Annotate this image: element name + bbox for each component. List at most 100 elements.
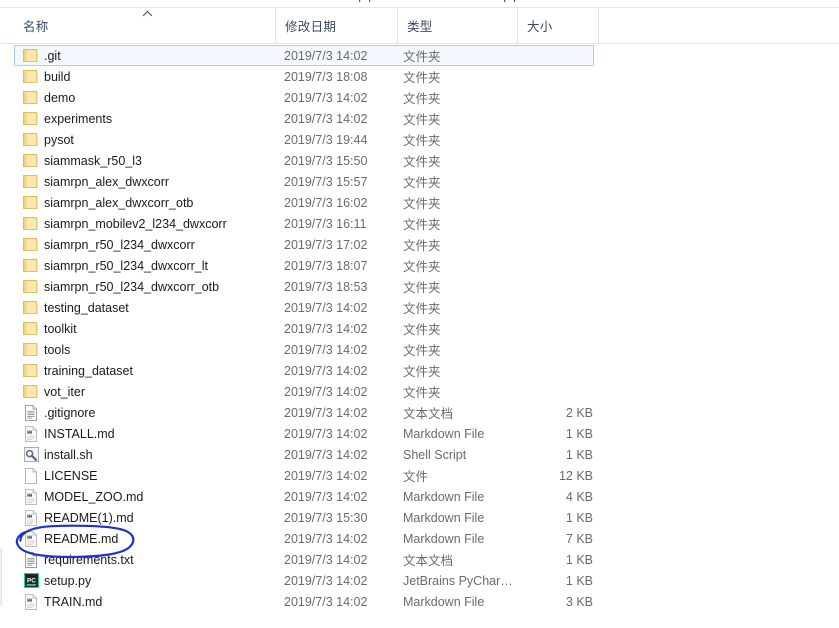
file-list-row[interactable]: install.sh 2019/7/3 14:02 Shell Script 1 KB: [0, 444, 839, 465]
column-header-type-label: 类型: [407, 20, 433, 34]
file-type-cell: Shell Script: [403, 447, 467, 462]
file-size-cell: [515, 381, 593, 402]
date-modified-cell: 2019/7/3 18:07: [284, 258, 368, 273]
file-name-cell: experiments: [44, 111, 113, 126]
file-list-row[interactable]: LICENSE 2019/7/3 14:02 文件 12 KB: [0, 465, 839, 486]
folder-icon: [22, 129, 40, 150]
date-modified-cell: 2019/7/3 16:11: [284, 216, 367, 231]
date-modified-cell: 2019/7/3 14:02: [284, 384, 368, 399]
file-list-row[interactable]: README(1).md 2019/7/3 15:30 Markdown File 1…: [0, 507, 839, 528]
clipped-text-fragment-1: 4 4: [355, 0, 372, 5]
file-name-cell: pysot: [44, 132, 74, 147]
file-type-cell: Markdown File: [403, 594, 485, 609]
file-list-row[interactable]: pysot 2019/7/3 19:44 文件夹: [0, 129, 839, 150]
file-name-cell: siamrpn_r50_l234_dwxcorr: [44, 237, 195, 252]
file-type-cell: Markdown File: [403, 426, 485, 441]
file-size-cell: 4 KB: [565, 489, 593, 504]
folder-icon: [22, 297, 40, 318]
file-size-cell: [515, 45, 593, 66]
date-modified-cell: 2019/7/3 15:57: [284, 174, 368, 189]
markdown-file-icon: [22, 591, 40, 612]
file-list-row[interactable]: experiments 2019/7/3 14:02 文件夹: [0, 108, 839, 129]
date-modified-cell: 2019/7/3 14:02: [284, 363, 368, 378]
file-size-cell: 1 KB: [565, 426, 593, 441]
file-name-cell: install.sh: [44, 447, 93, 462]
file-name-cell: README.md: [44, 531, 119, 546]
date-modified-cell: 2019/7/3 14:02: [284, 405, 368, 420]
file-list-row[interactable]: tools 2019/7/3 14:02 文件夹: [0, 339, 839, 360]
file-name-cell: tools: [44, 342, 71, 357]
file-list-row[interactable]: testing_dataset 2019/7/3 14:02 文件夹: [0, 297, 839, 318]
file-list-row[interactable]: PC setup.py 2019/7/3 14:02 JetBrains PyChar…: [0, 570, 839, 591]
folder-icon: [22, 213, 40, 234]
file-size-cell: 1 KB: [565, 573, 593, 588]
pycharm-file-icon: PC: [22, 570, 40, 591]
file-type-cell: Markdown File: [403, 510, 485, 525]
file-list-row[interactable]: training_dataset 2019/7/3 14:02 文件夹: [0, 360, 839, 381]
file-name-cell: .gitignore: [44, 405, 96, 420]
folder-icon: [22, 276, 40, 297]
file-size-cell: [515, 234, 593, 255]
file-size-cell: 1 KB: [565, 447, 593, 462]
file-list-row[interactable]: siamrpn_mobilev2_l234_dwxcorr 2019/7/3 16…: [0, 213, 839, 234]
file-list-row[interactable]: vot_iter 2019/7/3 14:02 文件夹: [0, 381, 839, 402]
file-list-row[interactable]: .gitignore 2019/7/3 14:02 文本文档 2 KB: [0, 402, 839, 423]
sort-ascending-icon: [142, 10, 153, 17]
file-list-row[interactable]: toolkit 2019/7/3 14:02 文件夹: [0, 318, 839, 339]
file-type-cell: 文件夹: [403, 134, 441, 148]
date-modified-cell: 2019/7/3 16:02: [284, 195, 368, 210]
file-size-cell: [515, 108, 593, 129]
column-header-end-divider: [598, 8, 599, 43]
file-type-cell: 文件夹: [403, 50, 441, 64]
file-size-cell: 12 KB: [558, 468, 593, 483]
file-name-cell: requirements.txt: [44, 552, 134, 567]
file-list-row[interactable]: siamrpn_r50_l234_dwxcorr 2019/7/3 17:02 文件…: [0, 234, 839, 255]
file-list-row[interactable]: siamrpn_alex_dwxcorr 2019/7/3 15:57 文件夹: [0, 171, 839, 192]
file-type-cell: 文件夹: [403, 113, 441, 127]
file-list-row[interactable]: MODEL_ZOO.md 2019/7/3 14:02 Markdown File 4…: [0, 486, 839, 507]
file-type-cell: 文件夹: [403, 92, 441, 106]
markdown-file-icon: [22, 486, 40, 507]
folder-icon: [22, 192, 40, 213]
file-size-cell: 7 KB: [565, 531, 593, 546]
file-type-cell: 文件夹: [403, 155, 441, 169]
folder-icon: [22, 150, 40, 171]
file-list-row[interactable]: siamrpn_r50_l234_dwxcorr_lt 2019/7/3 18:0…: [0, 255, 839, 276]
file-size-cell: [515, 297, 593, 318]
column-header-type[interactable]: 类型: [397, 8, 517, 43]
file-name-cell: .git: [44, 48, 61, 63]
file-name-cell: training_dataset: [44, 363, 133, 378]
date-modified-cell: 2019/7/3 14:02: [284, 447, 368, 462]
folder-icon: [22, 66, 40, 87]
file-list[interactable]: .git 2019/7/3 14:02 文件夹 build 2019/7/3 18:08…: [0, 45, 839, 612]
file-size-cell: [515, 339, 593, 360]
file-list-row[interactable]: .git 2019/7/3 14:02 文件夹: [0, 45, 839, 66]
file-list-row[interactable]: siammask_r50_l3 2019/7/3 15:50 文件夹: [0, 150, 839, 171]
file-list-row[interactable]: README.md 2019/7/3 14:02 Markdown File 7 KB: [0, 528, 839, 549]
clipped-text-fragment-2: 4 4: [500, 0, 517, 5]
file-list-row[interactable]: requirements.txt 2019/7/3 14:02 文本文档 1 KB: [0, 549, 839, 570]
file-size-cell: [515, 255, 593, 276]
file-list-row[interactable]: demo 2019/7/3 14:02 文件夹: [0, 87, 839, 108]
file-size-cell: [515, 276, 593, 297]
date-modified-cell: 2019/7/3 14:02: [284, 426, 368, 441]
folder-icon: [22, 318, 40, 339]
file-list-row[interactable]: siamrpn_alex_dwxcorr_otb 2019/7/3 16:02 文件…: [0, 192, 839, 213]
folder-icon: [22, 45, 40, 66]
file-type-cell: 文件夹: [403, 302, 441, 316]
file-list-row[interactable]: TRAIN.md 2019/7/3 14:02 Markdown File 3 KB: [0, 591, 839, 612]
file-type-cell: 文件夹: [403, 239, 441, 253]
folder-icon: [22, 381, 40, 402]
column-header-size[interactable]: 大小: [517, 8, 598, 43]
file-list-row[interactable]: build 2019/7/3 18:08 文件夹: [0, 66, 839, 87]
file-type-cell: 文件夹: [403, 323, 441, 337]
file-type-cell: 文本文档: [403, 407, 454, 421]
file-name-cell: demo: [44, 90, 76, 105]
file-name-cell: siammask_r50_l3: [44, 153, 142, 168]
date-modified-cell: 2019/7/3 18:53: [284, 279, 368, 294]
file-type-cell: 文件夹: [403, 218, 441, 232]
file-list-row[interactable]: INSTALL.md 2019/7/3 14:02 Markdown File 1 K…: [0, 423, 839, 444]
column-header-date-modified[interactable]: 修改日期: [275, 8, 397, 43]
file-list-row[interactable]: siamrpn_r50_l234_dwxcorr_otb 2019/7/3 18:…: [0, 276, 839, 297]
file-name-cell: siamrpn_mobilev2_l234_dwxcorr: [44, 216, 227, 231]
